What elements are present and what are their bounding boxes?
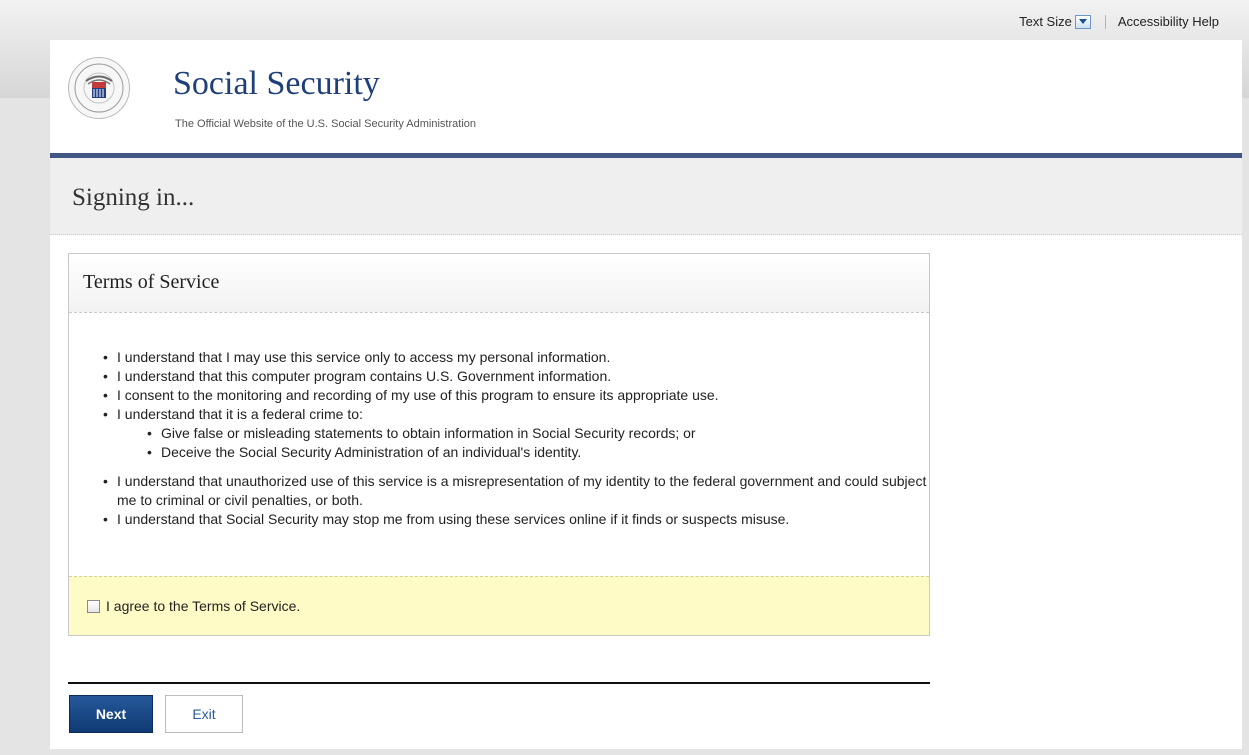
ssa-seal-logo xyxy=(68,57,130,119)
divider xyxy=(1104,14,1106,29)
terms-item: I understand that Social Security may st… xyxy=(103,510,929,529)
text-size-label: Text Size xyxy=(1019,14,1072,29)
terms-header: Terms of Service xyxy=(69,254,929,313)
accessibility-help-link[interactable]: Accessibility Help xyxy=(1118,14,1219,29)
next-button[interactable]: Next xyxy=(69,695,153,733)
title-band: Signing in... xyxy=(50,158,1242,235)
terms-item: I understand that I may use this service… xyxy=(103,348,929,367)
chevron-down-icon xyxy=(1078,19,1087,24)
site-subtitle: The Official Website of the U.S. Social … xyxy=(175,118,477,130)
terms-list: I understand that I may use this service… xyxy=(69,313,929,529)
terms-item-federal-crime: I understand that it is a federal crime … xyxy=(103,405,929,472)
site-header: Social Security The Official Website of … xyxy=(50,40,1242,153)
terms-item: I understand that this computer program … xyxy=(103,367,929,386)
terms-item: I consent to the monitoring and recordin… xyxy=(103,386,929,405)
actions-divider xyxy=(68,682,930,684)
agree-row: I agree to the Terms of Service. xyxy=(69,576,929,635)
terms-item-text: I understand that it is a federal crime … xyxy=(117,406,363,422)
terms-panel: Terms of Service I understand that I may… xyxy=(68,253,930,636)
terms-title: Terms of Service xyxy=(83,271,220,293)
exit-button[interactable]: Exit xyxy=(165,695,243,733)
terms-subitem: Give false or misleading statements to o… xyxy=(147,424,929,443)
agree-checkbox[interactable] xyxy=(87,599,100,613)
site-title[interactable]: Social Security xyxy=(173,65,380,103)
agree-label[interactable]: I agree to the Terms of Service. xyxy=(106,598,300,614)
text-size-control[interactable]: Text Size xyxy=(1019,14,1091,29)
terms-sublist: Give false or misleading statements to o… xyxy=(117,424,929,472)
text-size-dropdown-button[interactable] xyxy=(1074,14,1091,29)
terms-subitem: Deceive the Social Security Administrati… xyxy=(147,443,929,462)
terms-item: I understand that unauthorized use of th… xyxy=(103,472,929,510)
seal-icon xyxy=(74,63,124,113)
terms-body: I understand that I may use this service… xyxy=(69,313,929,615)
page-container: Social Security The Official Website of … xyxy=(50,40,1242,749)
page-title: Signing in... xyxy=(72,184,195,211)
utility-bar: Text Size Accessibility Help xyxy=(1019,14,1219,29)
